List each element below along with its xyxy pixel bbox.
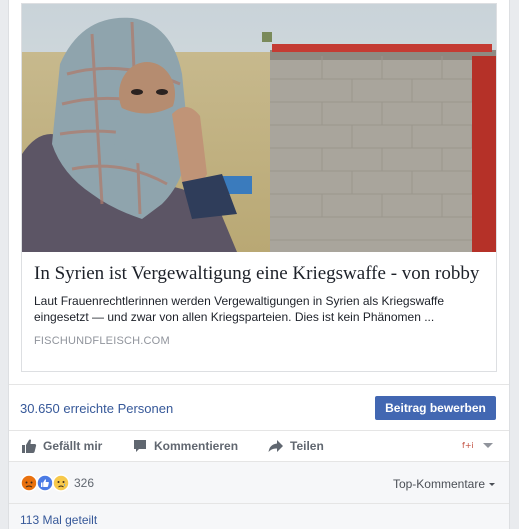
reactions-bar: 326 Top-Kommentare xyxy=(9,461,509,503)
comment-label: Kommentieren xyxy=(154,439,239,453)
share-label: Teilen xyxy=(290,439,324,453)
reaction-count[interactable]: 326 xyxy=(74,476,94,490)
chevron-down-icon xyxy=(489,482,495,486)
article-image[interactable] xyxy=(22,4,496,252)
article-headline[interactable]: In Syrien ist Vergewaltigung eine Kriegs… xyxy=(34,262,484,286)
thumbs-up-icon xyxy=(22,439,37,453)
link-text: In Syrien ist Vergewaltigung eine Kriegs… xyxy=(34,262,484,347)
promote-post-button[interactable]: Beitrag bewerben xyxy=(375,396,496,420)
chevron-down-icon xyxy=(483,442,493,448)
reaction-icons[interactable] xyxy=(20,474,70,492)
share-button[interactable]: Teilen xyxy=(267,438,324,454)
post-card: In Syrien ist Vergewaltigung eine Kriegs… xyxy=(8,0,510,529)
people-reached-link[interactable]: 30.650 erreichte Personen xyxy=(20,401,173,416)
comment-icon xyxy=(134,440,146,452)
post-as-selector[interactable]: f+i xyxy=(461,439,493,451)
svg-text:f+i: f+i xyxy=(462,441,474,450)
share-arrow-icon xyxy=(268,440,283,452)
sad-icon xyxy=(52,474,70,492)
like-button[interactable]: Gefällt mir xyxy=(21,438,102,454)
page-avatar-icon: f+i xyxy=(461,439,477,451)
action-bar: Gefällt mir Kommentieren Teilen f+i xyxy=(9,431,509,461)
comment-button[interactable]: Kommentieren xyxy=(132,438,238,454)
comment-sort-label: Top-Kommentare xyxy=(392,477,485,491)
like-label: Gefällt mir xyxy=(43,439,103,453)
shares-bar: 113 Mal geteilt xyxy=(9,503,509,529)
article-domain: FISCHUNDFLEISCH.COM xyxy=(34,335,170,347)
comment-sort-dropdown[interactable]: Top-Kommentare xyxy=(393,477,495,491)
link-preview[interactable]: In Syrien ist Vergewaltigung eine Kriegs… xyxy=(21,3,497,372)
share-count-link[interactable]: 113 Mal geteilt xyxy=(20,513,97,527)
reach-bar: 30.650 erreichte Personen Beitrag bewerb… xyxy=(9,384,509,431)
article-description: Laut Frauenrechtlerinnen werden Vergewal… xyxy=(34,294,445,324)
